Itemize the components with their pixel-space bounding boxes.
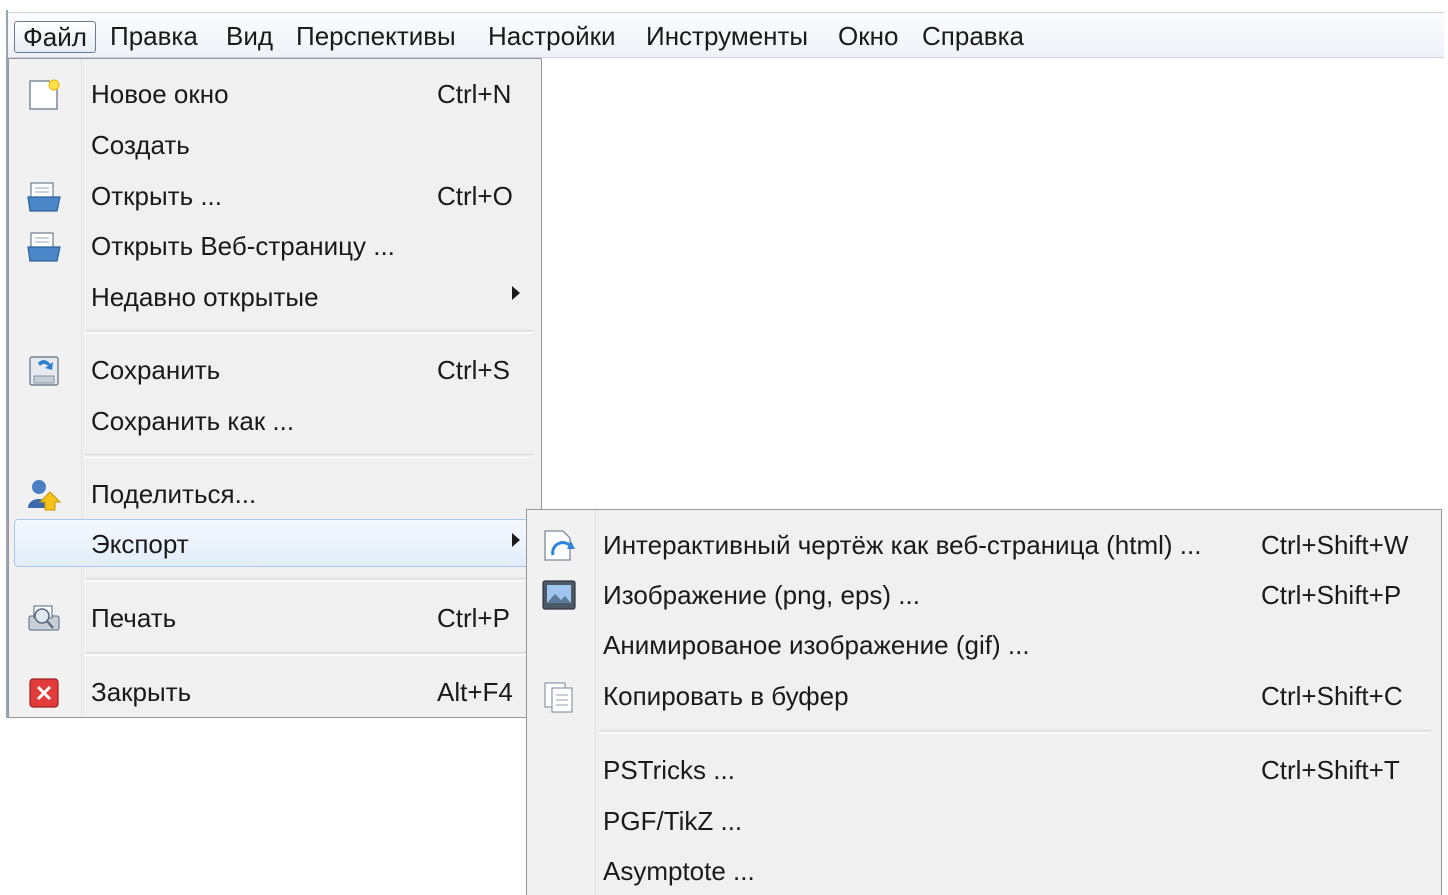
menubar: Файл Правка Вид Перспективы Настройки Ин…: [8, 12, 1444, 58]
menu-item-shortcut: Ctrl+S: [437, 355, 510, 385]
menu-item-shortcut: Ctrl+Shift+P: [1261, 580, 1402, 610]
export-item-pgf-tikz[interactable]: PGF/TikZ ...: [527, 796, 1441, 844]
menubar-help[interactable]: Справка: [914, 20, 1032, 52]
menu-item-save[interactable]: Сохранить Ctrl+S: [9, 345, 541, 393]
menu-item-label: PGF/TikZ ...: [603, 806, 743, 836]
menu-item-open-web-page[interactable]: Открыть Веб-страницу ...: [9, 221, 541, 269]
menu-item-label: Интерактивный чертёж как веб-страница (h…: [603, 530, 1202, 560]
menubar-file[interactable]: Файл: [14, 21, 96, 53]
menu-item-shortcut: Ctrl+Shift+T: [1261, 755, 1400, 785]
menu-separator: [85, 454, 533, 458]
menu-item-label: Открыть Веб-страницу ...: [91, 231, 395, 261]
submenu-arrow-icon: [512, 533, 520, 547]
export-item-html[interactable]: Интерактивный чертёж как веб-страница (h…: [527, 520, 1441, 568]
menu-item-save-as[interactable]: Сохранить как ...: [9, 396, 541, 444]
menu-item-label: Сохранить: [91, 355, 221, 385]
menubar-perspectives[interactable]: Перспективы: [288, 20, 464, 52]
menu-item-label: Новое окно: [91, 79, 229, 109]
menu-item-shortcut: Ctrl+O: [437, 181, 513, 211]
export-submenu: Интерактивный чертёж как веб-страница (h…: [526, 509, 1442, 895]
export-item-image[interactable]: Изображение (png, eps) ... Ctrl+Shift+P: [527, 570, 1441, 618]
menu-item-shortcut: Ctrl+Shift+C: [1261, 681, 1403, 711]
menubar-view[interactable]: Вид: [218, 20, 281, 52]
open-folder-icon: [26, 180, 62, 212]
menu-item-new-window[interactable]: Новое окно Ctrl+N: [9, 69, 541, 117]
export-item-asymptote[interactable]: Asymptote ...: [527, 846, 1441, 894]
copy-icon: [541, 680, 577, 713]
menu-item-label: Изображение (png, eps) ...: [603, 580, 920, 610]
menubar-settings[interactable]: Настройки: [480, 20, 624, 52]
menu-item-label: Недавно открытые: [91, 282, 319, 312]
file-menu: Новое окно Ctrl+N Создать Открыть ... Ct…: [8, 58, 542, 718]
menu-item-label: Поделиться...: [91, 479, 257, 509]
application-window: Файл Правка Вид Перспективы Настройки Ин…: [0, 0, 1448, 895]
menubar-window[interactable]: Окно: [830, 20, 906, 52]
menu-item-shortcut: Ctrl+P: [437, 603, 510, 633]
menubar-tools[interactable]: Инструменты: [638, 20, 816, 52]
menu-item-shortcut: Alt+F4: [437, 677, 513, 707]
menu-item-share[interactable]: Поделиться...: [9, 469, 541, 517]
submenu-arrow-icon: [512, 286, 520, 300]
menu-separator: [599, 730, 1431, 734]
menu-item-label: PSTricks ...: [603, 755, 735, 785]
share-icon: [26, 478, 62, 511]
close-icon: [27, 676, 63, 708]
open-web-page-icon: [26, 230, 62, 262]
menu-item-create[interactable]: Создать: [9, 120, 541, 168]
menu-item-label: Анимированое изображение (gif) ...: [603, 630, 1030, 660]
menu-item-label: Закрыть: [91, 677, 192, 707]
menu-item-label: Копировать в буфер: [603, 681, 849, 711]
menu-item-label: Экспорт: [91, 529, 189, 559]
html-export-icon: [541, 529, 577, 561]
image-icon: [541, 579, 577, 611]
new-window-icon: [27, 78, 63, 110]
menu-item-shortcut: Ctrl+Shift+W: [1261, 530, 1409, 560]
menu-item-label: Открыть ...: [91, 181, 223, 211]
menu-item-label: Сохранить как ...: [91, 406, 295, 436]
menubar-edit[interactable]: Правка: [102, 20, 206, 52]
export-item-animated-gif[interactable]: Анимированое изображение (gif) ...: [527, 620, 1441, 668]
save-icon: [27, 354, 63, 386]
menu-item-export[interactable]: Экспорт: [9, 519, 541, 567]
export-item-copy-clipboard[interactable]: Копировать в буфер Ctrl+Shift+C: [527, 671, 1441, 719]
menu-item-label: Создать: [91, 130, 190, 160]
menu-item-label: Печать: [91, 603, 177, 633]
menu-item-open[interactable]: Открыть ... Ctrl+O: [9, 171, 541, 219]
export-item-pstricks[interactable]: PSTricks ... Ctrl+Shift+T: [527, 745, 1441, 793]
menu-item-shortcut: Ctrl+N: [437, 79, 512, 109]
menu-separator: [85, 652, 533, 656]
menu-item-print[interactable]: Печать Ctrl+P: [9, 593, 541, 641]
menu-item-close[interactable]: Закрыть Alt+F4: [9, 667, 541, 715]
menu-separator: [85, 330, 533, 334]
menu-item-recent[interactable]: Недавно открытые: [9, 272, 541, 320]
menu-separator: [85, 578, 533, 582]
print-preview-icon: [26, 602, 62, 634]
menu-item-label: Asymptote ...: [603, 856, 755, 886]
